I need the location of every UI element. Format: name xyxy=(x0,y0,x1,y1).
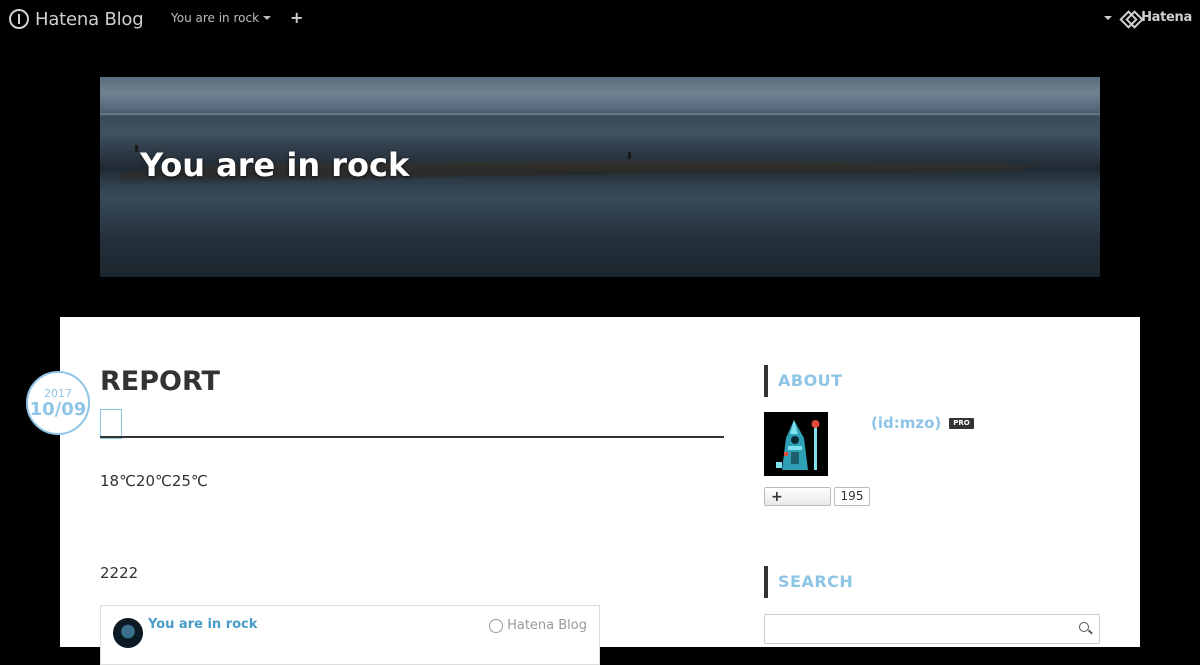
entry-date-day: 10/09 xyxy=(29,398,87,420)
logo-text: Hatena Blog xyxy=(35,8,144,30)
embed-brand-label: Hatena Blog xyxy=(507,618,587,633)
plus-icon: + xyxy=(771,488,783,505)
about-heading-bar xyxy=(764,365,768,397)
profile-avatar[interactable] xyxy=(764,412,828,476)
profile-id-link[interactable]: (id:mzo) xyxy=(871,414,941,432)
entry-paragraph: 18℃20℃25℃ xyxy=(100,472,208,490)
hatena-blog-logo-icon xyxy=(489,618,504,633)
hatena-brand-link[interactable]: Hatena xyxy=(1122,10,1192,25)
entry-title-divider xyxy=(100,436,724,438)
blog-menu-label: You are in rock xyxy=(171,11,260,25)
banner-horizon xyxy=(100,113,1100,115)
entry-date-year: 2017 xyxy=(44,386,72,400)
search-icon[interactable] xyxy=(1079,622,1089,632)
pro-badge: PRO xyxy=(949,418,974,429)
global-header-right: Hatena xyxy=(1102,10,1192,25)
entry-title[interactable]: REPORT xyxy=(100,366,220,397)
embed-blog-avatar xyxy=(113,618,143,648)
chevron-down-icon xyxy=(263,16,272,20)
global-header: Hatena Blog You are in rock + Hatena xyxy=(0,0,1200,38)
hatena-brand-label: Hatena xyxy=(1141,10,1192,25)
banner-person-figure xyxy=(628,152,631,159)
content-card xyxy=(60,317,1140,647)
follow-button[interactable]: + xyxy=(764,487,831,506)
blog-card-embed[interactable]: You are in rock Hatena Blog xyxy=(100,605,600,665)
hatena-blog-logo[interactable]: Hatena Blog xyxy=(9,6,144,32)
blog-menu-dropdown[interactable]: You are in rock xyxy=(171,11,272,25)
embed-brand: Hatena Blog xyxy=(489,618,587,633)
search-heading-bar xyxy=(764,566,768,598)
search-input[interactable] xyxy=(764,614,1100,644)
entry-paragraph: 2222 xyxy=(100,564,139,582)
add-button[interactable]: + xyxy=(290,8,303,27)
search-heading: SEARCH xyxy=(778,572,854,591)
entry-date-badge[interactable]: 2017 10/09 xyxy=(26,371,90,435)
hatena-logo-icon xyxy=(1122,13,1138,23)
account-menu-chevron-icon[interactable] xyxy=(1104,15,1113,20)
hatena-blog-logo-icon xyxy=(9,9,29,29)
blog-header-banner[interactable]: You are in rock xyxy=(100,77,1100,277)
entry-category-tag[interactable] xyxy=(100,409,122,439)
wizard-avatar-icon xyxy=(764,412,828,476)
banner-person-figure xyxy=(135,145,138,152)
follower-count[interactable]: 195 xyxy=(834,487,870,506)
about-heading: ABOUT xyxy=(778,371,843,390)
blog-title[interactable]: You are in rock xyxy=(140,146,409,184)
